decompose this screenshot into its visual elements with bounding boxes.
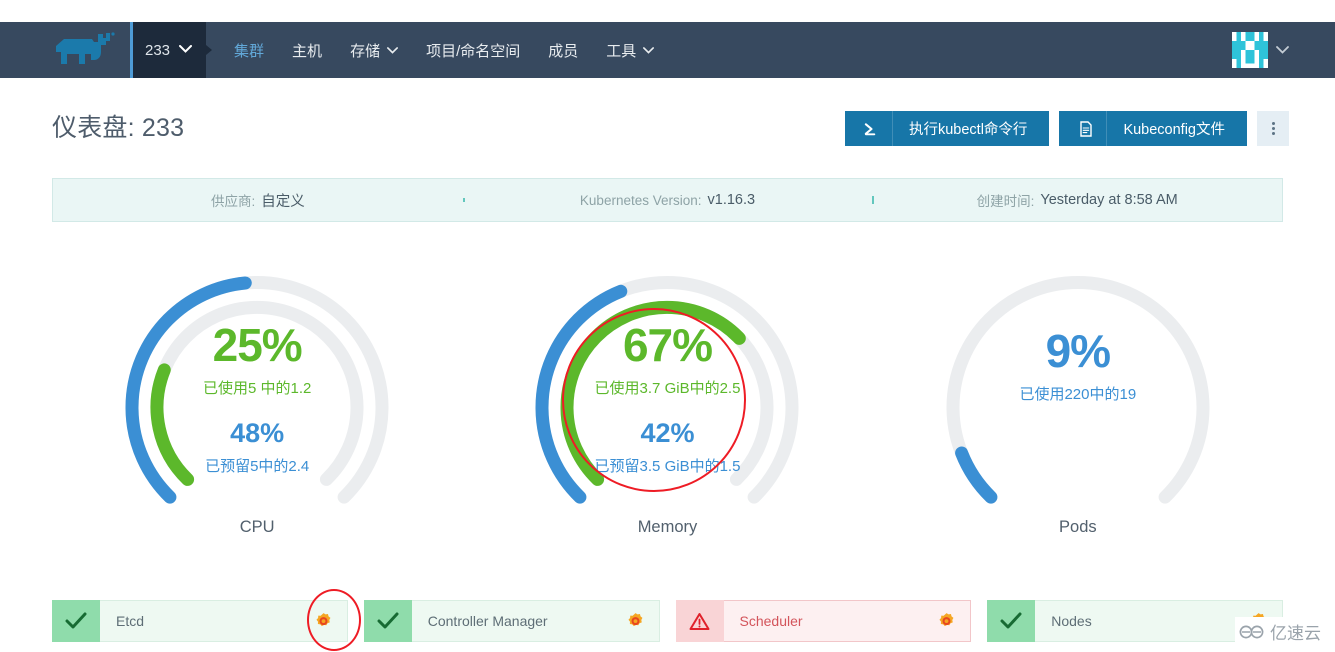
status-bar-nodes-label: Nodes (1051, 613, 1092, 629)
kebab-icon (1271, 122, 1275, 135)
resource-gauges: 25% 已使用5 中的1.2 48% 已预留5中的2.4 CPU 67% 已使用… (52, 230, 1283, 560)
info-created-key: 创建时间: (976, 194, 1035, 209)
status-bar-controller-manager-label: Controller Manager (427, 613, 548, 629)
chevron-down-icon (1276, 43, 1289, 57)
gauge-cpu-svg (125, 275, 389, 504)
nav-label-hosts: 主机 (292, 42, 323, 60)
kubectl-button[interactable]: 执行kubectl命令行 (844, 111, 1050, 146)
status-bar-controller-manager[interactable]: Controller Manager (363, 600, 660, 642)
check-icon (987, 600, 1036, 642)
kubeconfig-button[interactable]: Kubeconfig文件 (1059, 111, 1247, 146)
gauge-pods[interactable]: 9% 已使用220中的19 Pods (873, 230, 1283, 560)
chevron-down-icon (643, 46, 655, 57)
cluster-selector-label: 233 (145, 41, 171, 59)
gauge-memory-svg (536, 275, 799, 504)
kubeconfig-button-label: Kubeconfig文件 (1123, 122, 1225, 138)
more-actions-button[interactable] (1257, 111, 1289, 146)
info-created: 创建时间: Yesterday at 8:58 AM (872, 190, 1282, 210)
info-k8s-version-value: v1.16.3 (707, 192, 756, 208)
user-avatar (1232, 32, 1268, 68)
terminal-icon (851, 111, 893, 146)
site-watermark: 亿速云 (1235, 617, 1325, 646)
nav-label-projects: 项目/命名空间 (426, 42, 521, 60)
nav-item-members[interactable]: 成员 (534, 22, 592, 78)
check-icon (52, 600, 100, 642)
nav-label-clusters: 集群 (234, 42, 265, 60)
status-bar-scheduler-label: Scheduler (739, 613, 803, 629)
check-icon (363, 600, 412, 642)
nav-label-tools: 工具 (606, 42, 637, 60)
info-provider-value: 自定义 (261, 193, 305, 210)
watermark-logo-icon (1239, 625, 1264, 638)
chevron-down-icon (387, 46, 399, 57)
info-created-value: Yesterday at 8:58 AM (1040, 192, 1178, 208)
page-actions: 执行kubectl命令行 Kubeconfig文件 (844, 111, 1289, 146)
nav-label-storage: 存储 (350, 42, 381, 60)
rancher-cow-logo-svg (56, 32, 115, 64)
gear-icon[interactable] (314, 612, 333, 631)
nav-item-hosts[interactable]: 主机 (278, 22, 336, 78)
nav-item-tools[interactable]: 工具 (592, 22, 668, 78)
file-icon (1065, 111, 1108, 146)
status-bar-etcd-body: Etcd (100, 600, 348, 642)
main-nav: 集群 主机 存储 项目/命名空间 成员 工具 (220, 22, 668, 78)
info-provider: 供应商: 自定义 (53, 190, 463, 211)
nav-item-clusters[interactable]: 集群 (220, 22, 278, 78)
status-bar-etcd-label: Etcd (116, 613, 145, 629)
status-bar-scheduler[interactable]: Scheduler (675, 600, 972, 642)
gauge-pods-svg (946, 275, 1210, 504)
info-provider-key: 供应商: (210, 194, 256, 209)
top-navbar: 233 集群 主机 存储 项目/命名空间 成员 工具 (0, 22, 1335, 78)
warning-icon (675, 600, 724, 642)
nav-item-storage[interactable]: 存储 (336, 22, 412, 78)
user-menu[interactable] (1232, 32, 1289, 68)
status-bar-scheduler-body: Scheduler (723, 600, 972, 642)
status-bar-etcd[interactable]: Etcd (52, 600, 348, 642)
info-k8s-version: Kubernetes Version: v1.16.3 (462, 192, 873, 208)
watermark-text: 亿速云 (1270, 624, 1321, 643)
gauge-pods-label: Pods (1059, 518, 1097, 536)
kubectl-button-label: 执行kubectl命令行 (908, 122, 1028, 138)
info-k8s-version-key: Kubernetes Version: (579, 192, 702, 208)
rancher-cow-logo[interactable] (48, 22, 130, 78)
cluster-selector-notch (206, 45, 213, 55)
gauge-cpu[interactable]: 25% 已使用5 中的1.2 48% 已预留5中的2.4 CPU (52, 230, 462, 560)
gauge-cpu-label: CPU (239, 518, 275, 536)
cluster-info-bar: 供应商: 自定义 Kubernetes Version: v1.16.3 创建时… (52, 178, 1283, 222)
page-header: 仪表盘: 233 执行kubectl命令行 Kubeconfig文件 (0, 100, 1335, 158)
gear-icon[interactable] (937, 612, 956, 631)
cluster-selector[interactable]: 233 (130, 22, 213, 78)
gauge-memory[interactable]: 67% 已使用3.7 GiB中的2.5 42% 已预留3.5 GiB中的1.5 … (462, 230, 872, 560)
nav-item-projects[interactable]: 项目/命名空间 (412, 22, 534, 78)
status-bar-controller-manager-body: Controller Manager (411, 600, 660, 642)
nav-label-members: 成员 (548, 42, 579, 60)
gauge-memory-label: Memory (637, 518, 698, 536)
chevron-down-icon (179, 44, 193, 56)
component-status-bars: Etcd Controller Manager Scheduler Nodes (52, 600, 1283, 642)
page-title: 仪表盘: 233 (52, 114, 185, 142)
gear-icon[interactable] (626, 612, 645, 631)
